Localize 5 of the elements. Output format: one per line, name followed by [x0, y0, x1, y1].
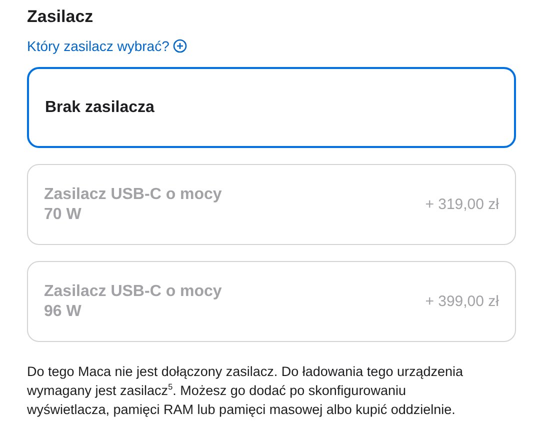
section-heading: Zasilacz: [27, 6, 94, 28]
power-adapter-option[interactable]: Brak zasilacza: [27, 67, 516, 148]
help-link[interactable]: Który zasilacz wybrać?: [27, 38, 188, 54]
plus-circle-icon: [173, 39, 188, 53]
info-note: Do tego Maca nie jest dołączony zasilacz. Do ładowania tego urządzenia wymagany jest zasilacz$^{5}$. Możesz go dodać po skonfigurowaniu wyświetlacza, pamięci RAM lub pamięci masowej albo kupić oddzielnie.: [27, 363, 464, 419]
